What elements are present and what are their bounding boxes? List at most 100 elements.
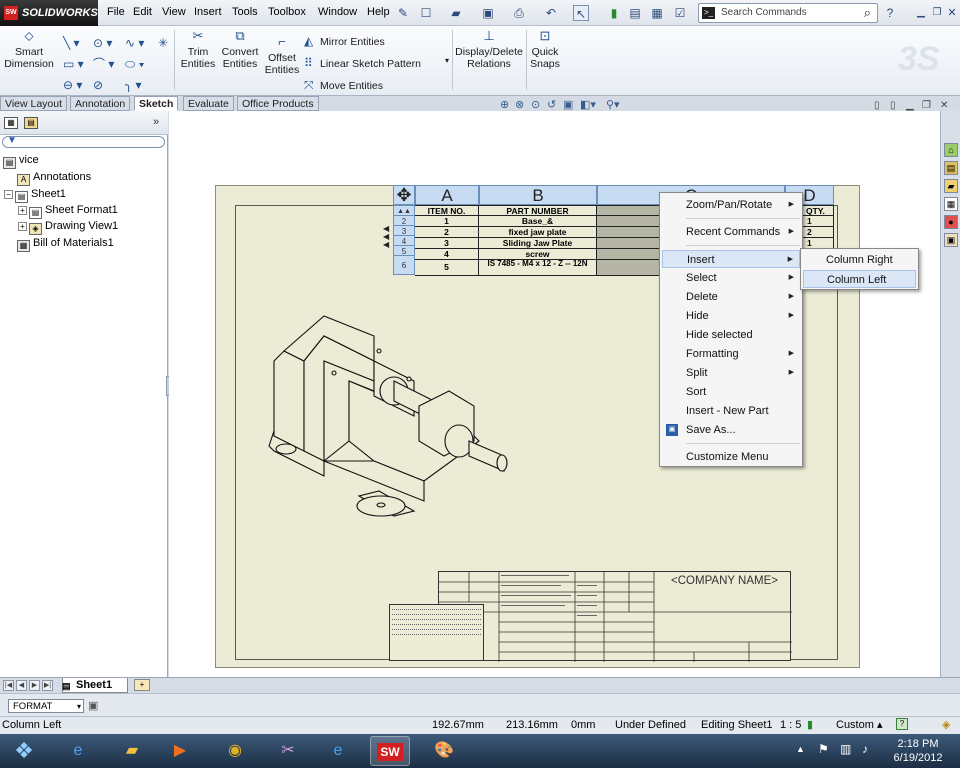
arc-icon[interactable]: ⌒ ▾ xyxy=(93,53,114,75)
solidworks-taskbar-icon[interactable]: SW xyxy=(370,736,410,766)
vice-isometric-view[interactable] xyxy=(264,301,509,531)
collapse-icon[interactable]: − xyxy=(4,190,13,199)
prev-sheet-icon[interactable]: ◀ xyxy=(16,680,27,691)
close-icon[interactable]: ✕ xyxy=(944,5,960,21)
menu-item-delete[interactable]: Delete ▶ xyxy=(662,288,800,306)
network-icon[interactable]: ▥ xyxy=(840,742,851,756)
snipping-tool-icon[interactable]: ✂ xyxy=(268,736,308,766)
volume-icon[interactable]: ♪ xyxy=(862,742,868,756)
expand-icon[interactable]: + xyxy=(18,222,27,231)
menu-item-formatting[interactable]: Formatting ▶ xyxy=(662,345,800,363)
slot-icon[interactable]: ⊖ ▾ xyxy=(63,74,82,96)
display-style-icon[interactable]: ◧▾ xyxy=(580,98,596,111)
column-header-b[interactable]: B xyxy=(479,185,597,205)
search-commands-input[interactable]: >_ Search Commands ⌕ xyxy=(698,3,878,23)
quick-snaps-button[interactable]: ⊡ Quick Snaps xyxy=(528,29,562,70)
format-options-icon[interactable]: ▣ xyxy=(88,699,98,712)
file-properties-icon[interactable]: ▤ xyxy=(627,5,643,21)
bom-header-item-no[interactable]: ITEM NO. xyxy=(415,205,479,216)
feature-tree-tab-icon[interactable]: ▦ xyxy=(4,117,18,129)
hide-show-icon[interactable]: ⚲▾ xyxy=(606,98,620,111)
help-icon[interactable]: ? xyxy=(882,5,898,21)
tile-vertical-icon[interactable]: ▯ xyxy=(890,100,896,111)
appearances-icon[interactable]: ● xyxy=(944,215,958,229)
file-explorer-icon[interactable]: ▰ xyxy=(944,179,958,193)
start-button-icon[interactable]: ❖ xyxy=(2,736,46,766)
help-tooltip-icon[interactable]: ? xyxy=(896,718,908,730)
title-block[interactable]: <COMPANY NAME> xyxy=(438,571,792,662)
menu-item-select[interactable]: Select ▶ xyxy=(662,269,800,287)
trim-entities-button[interactable]: ✂ Trim Entities xyxy=(178,29,218,70)
rebuild-status-icon[interactable]: ▮ xyxy=(807,717,813,734)
tree-item-bom[interactable]: ▦ Bill of Materials1 xyxy=(17,236,114,252)
rebuild-icon[interactable]: ▮ xyxy=(606,5,622,21)
doc-restore-icon[interactable]: ❐ xyxy=(922,100,931,111)
print-icon[interactable]: ⎙ xyxy=(511,5,527,21)
tree-filter-input[interactable]: ▼ xyxy=(2,135,165,148)
bom-cell[interactable]: fixed jaw plate xyxy=(479,227,597,238)
offset-entities-button[interactable]: ⌐ Offset Entities xyxy=(262,35,302,76)
select-pointer-icon[interactable]: ↖ xyxy=(573,5,589,21)
zoom-area-icon[interactable]: ⊗ xyxy=(515,98,524,111)
tree-item-sheet1[interactable]: − ▤ Sheet1 xyxy=(4,187,66,203)
tab-sketch[interactable]: Sketch xyxy=(134,96,179,111)
menu-item-save-as[interactable]: ▣ Save As... xyxy=(662,421,800,439)
table-move-handle-icon[interactable]: ✥ xyxy=(393,185,415,205)
view-palette-icon[interactable]: ▦ xyxy=(944,197,958,211)
bom-cell[interactable]: 1 xyxy=(415,216,479,227)
bom-header-part-number[interactable]: PART NUMBER xyxy=(479,205,597,216)
paint-icon[interactable]: 🎨 xyxy=(424,736,464,766)
menu-view[interactable]: View xyxy=(162,6,186,18)
tag-icon[interactable]: ◈ xyxy=(942,717,950,734)
search-icon[interactable]: ⌕ xyxy=(864,4,871,22)
media-player-icon[interactable]: ▶ xyxy=(160,736,200,766)
point-icon[interactable]: ✳ xyxy=(158,32,168,54)
move-entities-button[interactable]: ⤧ Move Entities xyxy=(304,78,383,93)
circle-icon[interactable]: ⊙ ▾ xyxy=(93,32,112,54)
ellipse-icon[interactable]: ⬭ ▾ xyxy=(125,53,144,75)
menu-item-customize-menu[interactable]: Customize Menu xyxy=(662,448,800,466)
open-folder-icon[interactable]: ▰ xyxy=(448,5,464,21)
action-center-icon[interactable]: ⚑ xyxy=(818,742,829,756)
bom-cell[interactable]: Sliding Jaw Plate xyxy=(479,238,597,249)
app-logo[interactable]: SW SOLIDWORKS xyxy=(0,0,98,26)
menu-file[interactable]: File xyxy=(107,6,125,18)
menu-tools[interactable]: Tools xyxy=(232,6,258,18)
bom-cell[interactable]: screw xyxy=(479,249,597,260)
menu-item-insert[interactable]: Insert ▶ xyxy=(662,250,800,268)
bom-cell[interactable]: 4 xyxy=(415,249,479,260)
design-library-icon[interactable]: ▤ xyxy=(944,161,958,175)
linear-sketch-pattern-button[interactable]: ⠿ Linear Sketch Pattern ▾ xyxy=(304,56,449,70)
sheet-tab[interactable]: ▤ Sheet1 xyxy=(62,678,128,693)
row-header-6[interactable]: 6 xyxy=(393,255,415,275)
bom-cell[interactable]: 2 xyxy=(415,227,479,238)
taskbar-clock[interactable]: 2:18 PM 6/19/2012 xyxy=(882,737,954,765)
doc-minimize-icon[interactable]: ▁ xyxy=(906,100,914,111)
submenu-item-column-right[interactable]: Column Right xyxy=(803,251,916,269)
first-sheet-icon[interactable]: |◀ xyxy=(3,680,14,691)
tab-view-layout[interactable]: View Layout xyxy=(0,96,68,111)
menu-window[interactable]: Window xyxy=(318,6,357,18)
doc-close-icon[interactable]: ✕ xyxy=(940,100,948,111)
menu-item-zoom-pan-rotate[interactable]: Zoom/Pan/Rotate ▶ xyxy=(662,196,800,214)
tray-overflow-icon[interactable]: ▲ xyxy=(796,744,805,754)
submenu-item-column-left[interactable]: Column Left xyxy=(803,270,916,288)
bom-cell[interactable]: IS 7485 - M4 x 12 - Z -- 12N xyxy=(479,260,597,276)
custom-properties-icon[interactable]: ▣ xyxy=(944,233,958,247)
property-manager-tab-icon[interactable]: ▤ xyxy=(24,117,38,129)
restore-icon[interactable]: ❐ xyxy=(929,5,945,21)
tab-office-products[interactable]: Office Products xyxy=(237,96,319,111)
line-icon[interactable]: ╲ ▾ xyxy=(63,32,80,54)
menu-item-sort[interactable]: Sort xyxy=(662,383,800,401)
internet-explorer-2-icon[interactable]: e xyxy=(318,736,358,766)
spline-icon[interactable]: ∿ ▾ xyxy=(125,32,144,54)
internet-explorer-icon[interactable]: e xyxy=(58,736,98,766)
mirror-entities-button[interactable]: ◭ Mirror Entities xyxy=(304,34,385,48)
tree-item-sheet-format[interactable]: + ▤ Sheet Format1 xyxy=(18,203,118,219)
checklist-icon[interactable]: ☑ xyxy=(672,5,688,21)
bom-cell[interactable]: 3 xyxy=(415,238,479,249)
menu-insert[interactable]: Insert xyxy=(194,6,222,18)
file-explorer-icon[interactable]: ▰ xyxy=(112,736,152,766)
bom-cell[interactable]: Base_& xyxy=(479,216,597,227)
company-name[interactable]: <COMPANY NAME> xyxy=(662,575,787,591)
